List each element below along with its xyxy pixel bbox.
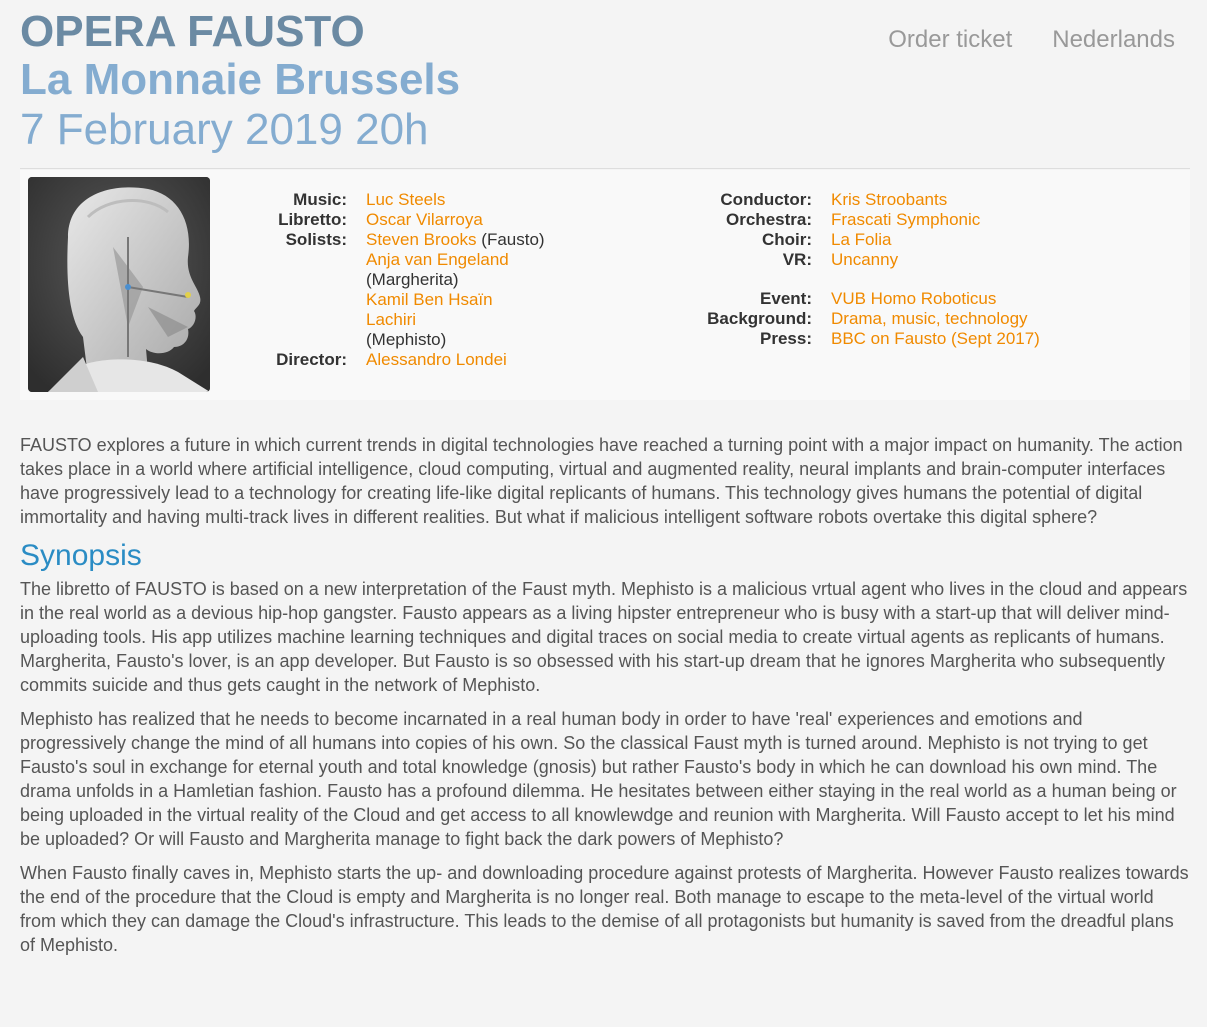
- order-ticket-link[interactable]: Order ticket: [888, 26, 1012, 54]
- page-title: OPERA FAUSTO: [20, 7, 365, 56]
- solist-role-fausto: (Fausto): [481, 230, 545, 249]
- synopsis-paragraph-2: Mephisto has realized that he needs to b…: [20, 709, 1177, 849]
- credits-right: Conductor: Kris Stroobants Orchestra: Fr…: [680, 190, 1171, 349]
- vr-label: VR:: [782, 250, 812, 269]
- orchestra-label: Orchestra:: [726, 210, 812, 229]
- synopsis-heading: Synopsis: [20, 539, 142, 572]
- orchestra-link[interactable]: Frascati Symphonic: [831, 210, 980, 229]
- press-link[interactable]: BBC on Fausto (Sept 2017): [831, 329, 1040, 348]
- top-nav: Order ticket Nederlands: [888, 26, 1175, 54]
- solist-kamil-link[interactable]: Kamil Ben Hsaïn Lachiri: [366, 290, 493, 329]
- event-date: 7 February 2019 20h: [20, 105, 429, 154]
- background-label: Background:: [707, 309, 812, 328]
- choir-label: Choir:: [761, 230, 812, 249]
- main-content: FAUSTO explores a future in which curren…: [20, 433, 1190, 967]
- libretto-link[interactable]: Oscar Vilarroya: [366, 210, 483, 229]
- event-label: Event:: [760, 289, 812, 308]
- conductor-link[interactable]: Kris Stroobants: [831, 190, 947, 209]
- event-link[interactable]: VUB Homo Roboticus: [831, 289, 996, 308]
- fausto-portrait-image: [28, 177, 210, 392]
- solist-role-mephisto: (Mephisto): [366, 330, 447, 349]
- conductor-label: Conductor:: [720, 190, 812, 209]
- music-label: Music:: [293, 190, 347, 209]
- solists-label: Solists:: [285, 230, 347, 249]
- header-divider: [20, 168, 1190, 169]
- vr-link[interactable]: Uncanny: [831, 250, 898, 269]
- press-label: Press:: [760, 329, 812, 348]
- synopsis-paragraph-3: When Fausto finally caves in, Mephisto s…: [20, 863, 1189, 955]
- credits-panel: Music: Luc Steels Libretto: Oscar Vilarr…: [20, 170, 1190, 400]
- background-link[interactable]: Drama, music, technology: [831, 309, 1028, 328]
- synopsis-paragraph-1: The libretto of FAUSTO is based on a new…: [20, 579, 1188, 695]
- music-link[interactable]: Luc Steels: [366, 190, 445, 209]
- solist-steven-brooks-link[interactable]: Steven Brooks: [366, 230, 477, 249]
- choir-link[interactable]: La Folia: [831, 230, 891, 249]
- venue-title: La Monnaie Brussels: [20, 55, 461, 104]
- intro-paragraph: FAUSTO explores a future in which curren…: [20, 435, 1183, 527]
- credits-left: Music: Luc Steels Libretto: Oscar Vilarr…: [256, 190, 546, 370]
- solist-anja-van-engeland-link[interactable]: Anja van Engeland: [366, 250, 509, 269]
- director-label: Director:: [276, 350, 347, 369]
- language-link[interactable]: Nederlands: [1052, 26, 1175, 54]
- page-header: OPERA FAUSTO La Monnaie Brussels 7 Febru…: [20, 8, 460, 156]
- libretto-label: Libretto:: [278, 210, 347, 229]
- solist-role-margherita: (Margherita): [366, 270, 459, 289]
- director-link[interactable]: Alessandro Londei: [366, 350, 507, 369]
